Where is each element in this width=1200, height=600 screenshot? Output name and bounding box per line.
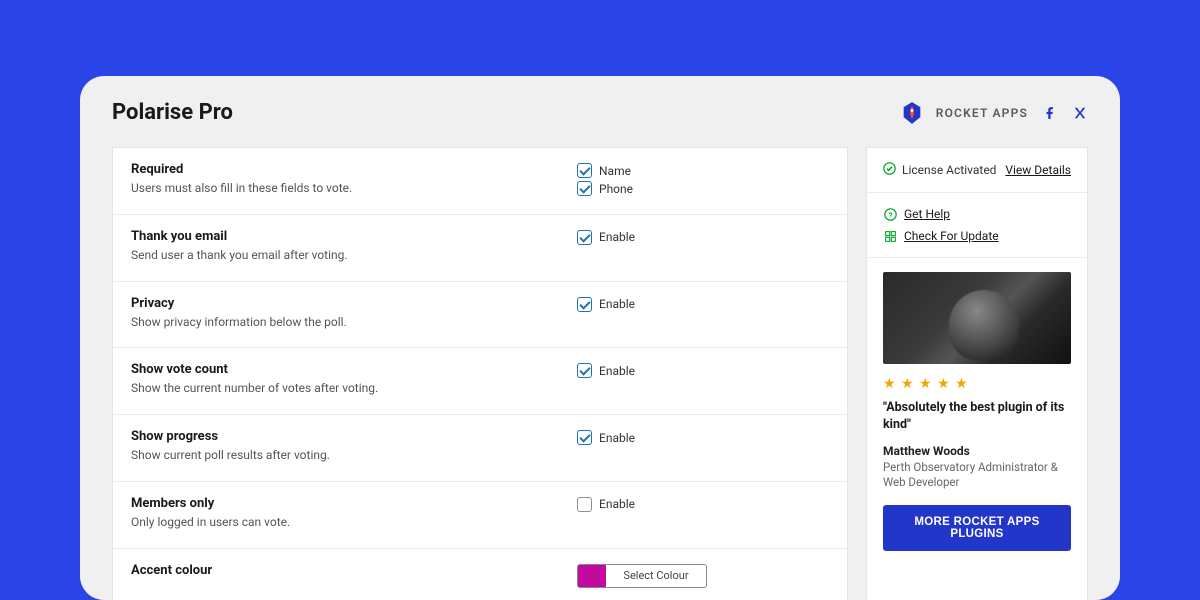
license-block: License Activated View Details bbox=[867, 148, 1087, 193]
setting-row-required: Required Users must also fill in these f… bbox=[113, 148, 847, 215]
checkbox-enable[interactable]: Enable bbox=[577, 430, 829, 445]
checkbox-label: Enable bbox=[599, 497, 635, 511]
checkbox-label: Phone bbox=[599, 182, 633, 196]
colour-swatch bbox=[578, 565, 606, 587]
view-details-link[interactable]: View Details bbox=[1005, 163, 1071, 177]
testimonial-author: Matthew Woods bbox=[883, 444, 1071, 458]
setting-title: Required bbox=[131, 162, 577, 177]
checkbox-enable[interactable]: Enable bbox=[577, 230, 829, 245]
panel-header: Polarise Pro ROCKET APPS bbox=[112, 100, 1088, 125]
checkbox-input[interactable] bbox=[577, 363, 592, 378]
setting-row-thankyou: Thank you email Send user a thank you em… bbox=[113, 215, 847, 282]
checkbox-input[interactable] bbox=[577, 297, 592, 312]
checkbox-input[interactable] bbox=[577, 230, 592, 245]
more-plugins-button[interactable]: MORE ROCKET APPS PLUGINS bbox=[883, 505, 1071, 551]
setting-desc: Show current poll results after voting. bbox=[131, 447, 577, 464]
setting-row-votecount: Show vote count Show the current number … bbox=[113, 348, 847, 415]
checkbox-input[interactable] bbox=[577, 430, 592, 445]
get-help-link[interactable]: Get Help bbox=[904, 207, 950, 221]
checkbox-input[interactable] bbox=[577, 163, 592, 178]
update-icon bbox=[883, 229, 897, 243]
checkbox-enable[interactable]: Enable bbox=[577, 297, 829, 312]
setting-row-privacy: Privacy Show privacy information below t… bbox=[113, 282, 847, 349]
checkbox-label: Enable bbox=[599, 431, 635, 445]
question-circle-icon: ? bbox=[883, 207, 897, 221]
setting-title: Privacy bbox=[131, 296, 577, 311]
x-twitter-icon[interactable] bbox=[1072, 105, 1088, 121]
page-title: Polarise Pro bbox=[112, 100, 233, 125]
setting-title: Members only bbox=[131, 496, 577, 511]
setting-row-members: Members only Only logged in users can vo… bbox=[113, 482, 847, 549]
check-update-link[interactable]: Check For Update bbox=[904, 229, 999, 243]
brand-text: ROCKET APPS bbox=[936, 106, 1028, 120]
settings-panel: Polarise Pro ROCKET APPS Required bbox=[80, 76, 1120, 600]
colour-picker-label: Select Colour bbox=[606, 569, 706, 582]
facebook-icon[interactable] bbox=[1042, 105, 1058, 121]
setting-row-progress: Show progress Show current poll results … bbox=[113, 415, 847, 482]
setting-desc: Send user a thank you email after voting… bbox=[131, 247, 577, 264]
setting-row-accent: Accent colour Select Colour bbox=[113, 549, 847, 600]
settings-list: Required Users must also fill in these f… bbox=[112, 147, 848, 600]
svg-text:?: ? bbox=[888, 210, 893, 219]
setting-desc: Show the current number of votes after v… bbox=[131, 380, 577, 397]
checkbox-enable[interactable]: Enable bbox=[577, 363, 829, 378]
setting-title: Thank you email bbox=[131, 229, 577, 244]
testimonial-role: Perth Observatory Administrator & Web De… bbox=[883, 460, 1071, 491]
checkbox-label: Enable bbox=[599, 297, 635, 311]
setting-desc: Show privacy information below the poll. bbox=[131, 314, 577, 331]
checkbox-name[interactable]: Name bbox=[577, 163, 829, 178]
help-block: ? Get Help Check For Update bbox=[867, 193, 1087, 258]
header-brand: ROCKET APPS bbox=[902, 102, 1088, 124]
setting-desc: Users must also fill in these fields to … bbox=[131, 180, 577, 197]
checkbox-label: Name bbox=[599, 164, 631, 178]
checkbox-input[interactable] bbox=[577, 181, 592, 196]
colour-picker[interactable]: Select Colour bbox=[577, 564, 707, 588]
checkbox-label: Enable bbox=[599, 364, 635, 378]
checkbox-input[interactable] bbox=[577, 497, 592, 512]
star-rating: ★ ★ ★ ★ ★ bbox=[883, 376, 1071, 392]
testimonial-image bbox=[883, 272, 1071, 364]
content: Required Users must also fill in these f… bbox=[112, 147, 1088, 600]
rocket-logo-icon bbox=[902, 102, 922, 124]
license-status: License Activated bbox=[883, 162, 996, 178]
setting-title: Show progress bbox=[131, 429, 577, 444]
sidebar: License Activated View Details ? Get Hel… bbox=[866, 147, 1088, 600]
setting-title: Show vote count bbox=[131, 362, 577, 377]
setting-title: Accent colour bbox=[131, 563, 577, 578]
check-circle-icon bbox=[883, 162, 896, 178]
setting-desc: Only logged in users can vote. bbox=[131, 514, 577, 531]
checkbox-enable[interactable]: Enable bbox=[577, 497, 829, 512]
license-status-text: License Activated bbox=[902, 163, 996, 177]
testimonial-block: ★ ★ ★ ★ ★ "Absolutely the best plugin of… bbox=[867, 258, 1087, 565]
checkbox-phone[interactable]: Phone bbox=[577, 181, 829, 196]
testimonial-quote: "Absolutely the best plugin of its kind" bbox=[883, 400, 1071, 434]
checkbox-label: Enable bbox=[599, 230, 635, 244]
